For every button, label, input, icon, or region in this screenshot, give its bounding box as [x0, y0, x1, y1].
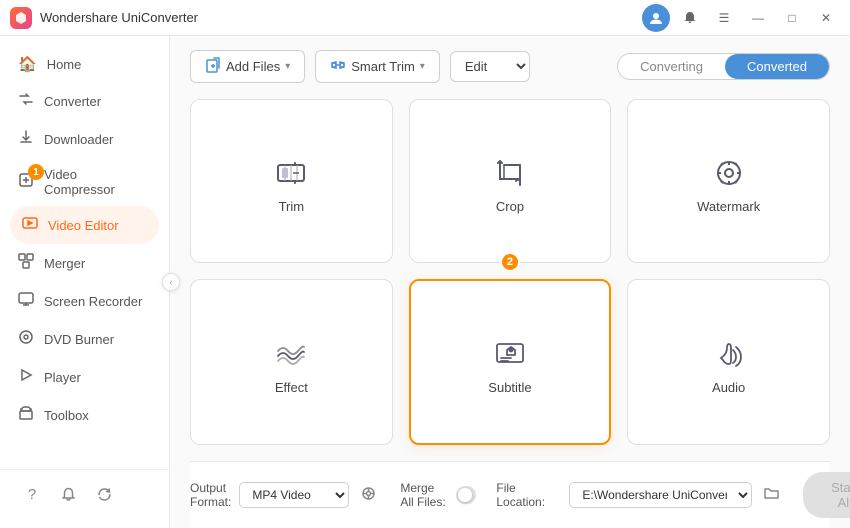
notification-bell-btn[interactable] — [54, 480, 82, 508]
tab-converted[interactable]: Converted — [725, 54, 829, 79]
sidebar-label-dvd-burner: DVD Burner — [44, 332, 114, 347]
titlebar: Wondershare UniConverter ☰ — □ ✕ — [0, 0, 850, 36]
sidebar-item-screen-recorder[interactable]: Screen Recorder — [0, 282, 169, 320]
trim-label: Trim — [279, 199, 305, 214]
sidebar-item-dvd-burner[interactable]: DVD Burner — [0, 320, 169, 358]
video-editor-icon — [22, 215, 38, 235]
help-btn[interactable]: ? — [18, 480, 46, 508]
output-format-label: Output Format: — [190, 481, 231, 509]
editor-card-effect[interactable]: Effect — [190, 279, 393, 445]
main-layout: 🏠 Home Converter Downloader Video Compre… — [0, 36, 850, 528]
output-format-field: Output Format: MP4 Video — [190, 481, 380, 509]
sidebar-item-toolbox[interactable]: Toolbox — [0, 396, 169, 434]
smart-trim-button[interactable]: Smart Trim ▾ — [315, 50, 440, 83]
audio-label: Audio — [712, 380, 745, 395]
screen-recorder-icon — [18, 291, 34, 311]
subtitle-label: Subtitle — [488, 380, 531, 395]
edit-select[interactable]: Edit — [450, 51, 530, 82]
sidebar-label-video-editor: Video Editor — [48, 218, 119, 233]
downloader-icon — [18, 129, 34, 149]
compressor-badge: 1 — [28, 164, 44, 180]
window-controls: ☰ — □ ✕ — [642, 4, 840, 32]
merger-icon — [18, 253, 34, 273]
bottom-bar: Output Format: MP4 Video Merge All Files… — [190, 461, 830, 528]
sidebar-item-video-editor[interactable]: Video Editor — [10, 206, 159, 244]
home-icon: 🏠 — [18, 55, 37, 73]
sidebar-label-downloader: Downloader — [44, 132, 113, 147]
add-files-label: Add Files — [226, 59, 280, 74]
editor-card-crop[interactable]: Crop 2 — [409, 99, 612, 263]
output-format-select[interactable]: MP4 Video — [239, 482, 349, 508]
smart-trim-label: Smart Trim — [351, 59, 415, 74]
maximize-btn[interactable]: □ — [778, 7, 806, 29]
refresh-btn[interactable] — [90, 480, 118, 508]
file-location-field: File Location: E:\Wondershare UniConvert… — [496, 481, 783, 509]
file-location-folder-btn[interactable] — [760, 484, 783, 507]
menu-btn[interactable]: ☰ — [710, 7, 738, 29]
sidebar-label-merger: Merger — [44, 256, 85, 271]
toolbar: Add Files ▾ Smart Trim ▾ Edit Convertin — [190, 50, 830, 83]
merge-all-field: Merge All Files: — [400, 481, 476, 509]
sidebar-item-converter[interactable]: Converter — [0, 82, 169, 120]
tab-group: Converting Converted — [617, 53, 830, 80]
dvd-burner-icon — [18, 329, 34, 349]
watermark-icon — [711, 155, 747, 191]
audio-icon — [711, 336, 747, 372]
output-format-settings-btn[interactable] — [357, 484, 380, 507]
app-logo — [10, 7, 32, 29]
player-icon — [18, 367, 34, 387]
content-area: Add Files ▾ Smart Trim ▾ Edit Convertin — [170, 36, 850, 528]
converter-icon — [18, 91, 34, 111]
add-files-button[interactable]: Add Files ▾ — [190, 50, 305, 83]
minimize-btn[interactable]: — — [744, 7, 772, 29]
file-location-label: File Location: — [496, 481, 561, 509]
watermark-label: Watermark — [697, 199, 760, 214]
toolbox-icon — [18, 405, 34, 425]
trim-icon — [273, 155, 309, 191]
subtitle-icon — [492, 336, 528, 372]
sidebar-label-converter: Converter — [44, 94, 101, 109]
sidebar-label-screen-recorder: Screen Recorder — [44, 294, 142, 309]
close-btn[interactable]: ✕ — [812, 7, 840, 29]
add-files-chevron: ▾ — [285, 61, 290, 72]
sidebar-label-compressor: Video Compressor — [44, 167, 151, 197]
editor-grid: Trim Crop 2 — [190, 99, 830, 445]
smart-trim-chevron: ▾ — [420, 61, 425, 72]
add-files-icon — [205, 57, 221, 76]
sidebar-item-player[interactable]: Player — [0, 358, 169, 396]
sidebar-item-compressor[interactable]: Video Compressor 1 — [0, 158, 169, 206]
start-all-button[interactable]: Start All — [803, 472, 850, 518]
merge-all-label: Merge All Files: — [400, 481, 448, 509]
editor-card-watermark[interactable]: Watermark — [627, 99, 830, 263]
editor-card-subtitle[interactable]: Subtitle — [409, 279, 612, 445]
sidebar: 🏠 Home Converter Downloader Video Compre… — [0, 36, 170, 528]
sidebar-item-downloader[interactable]: Downloader — [0, 120, 169, 158]
editor-card-audio[interactable]: Audio — [627, 279, 830, 445]
merge-all-toggle[interactable] — [456, 486, 476, 504]
app-title: Wondershare UniConverter — [40, 10, 642, 25]
sidebar-label-player: Player — [44, 370, 81, 385]
tab-converting[interactable]: Converting — [618, 54, 725, 79]
crop-icon — [492, 155, 528, 191]
notification-btn[interactable] — [676, 4, 704, 32]
effect-label: Effect — [275, 380, 308, 395]
user-icon-btn[interactable] — [642, 4, 670, 32]
editor-card-trim[interactable]: Trim — [190, 99, 393, 263]
sidebar-item-merger[interactable]: Merger — [0, 244, 169, 282]
effect-icon — [273, 336, 309, 372]
crop-label: Crop — [496, 199, 524, 214]
smart-trim-icon — [330, 57, 346, 76]
crop-badge: 2 — [500, 252, 520, 272]
sidebar-bottom: ? — [0, 469, 169, 518]
sidebar-item-home[interactable]: 🏠 Home — [0, 46, 169, 82]
sidebar-label-home: Home — [47, 57, 82, 72]
sidebar-collapse-btn[interactable]: ‹ — [162, 273, 180, 291]
sidebar-label-toolbox: Toolbox — [44, 408, 89, 423]
file-location-select[interactable]: E:\Wondershare UniConverter — [569, 482, 752, 508]
